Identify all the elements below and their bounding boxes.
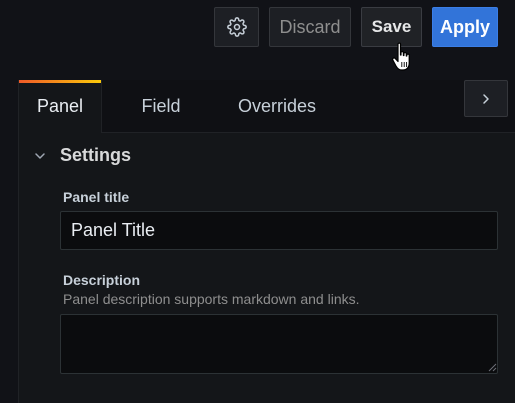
settings-section-header[interactable]: Settings	[19, 138, 515, 174]
panel-title-input[interactable]	[60, 211, 498, 250]
chevron-right-icon	[483, 93, 489, 104]
settings-section-title: Settings	[60, 145, 132, 165]
apply-button[interactable]: Apply	[432, 7, 498, 47]
tab-panel[interactable]: Panel	[19, 80, 102, 133]
panel-editor-toolbar: Discard Save Apply	[0, 0, 515, 64]
tab-field[interactable]: Field	[125, 80, 197, 132]
tab-overrides[interactable]: Overrides	[224, 80, 330, 132]
chevron-down-icon	[35, 153, 45, 159]
discard-button[interactable]: Discard	[269, 7, 351, 47]
collapse-pane-button[interactable]	[464, 80, 508, 117]
save-button[interactable]: Save	[361, 7, 422, 47]
settings-button[interactable]	[214, 7, 259, 47]
panel-options-pane: Panel Field Overrides Settings Panel tit…	[18, 80, 515, 403]
description-help-text: Panel description supports markdown and …	[63, 291, 360, 307]
options-tab-bar: Panel Field Overrides	[19, 80, 515, 133]
resize-grip-icon[interactable]	[487, 362, 497, 372]
gear-icon	[226, 17, 247, 37]
panel-title-label: Panel title	[63, 189, 130, 205]
description-textarea[interactable]	[60, 314, 498, 374]
description-label: Description	[63, 272, 141, 288]
